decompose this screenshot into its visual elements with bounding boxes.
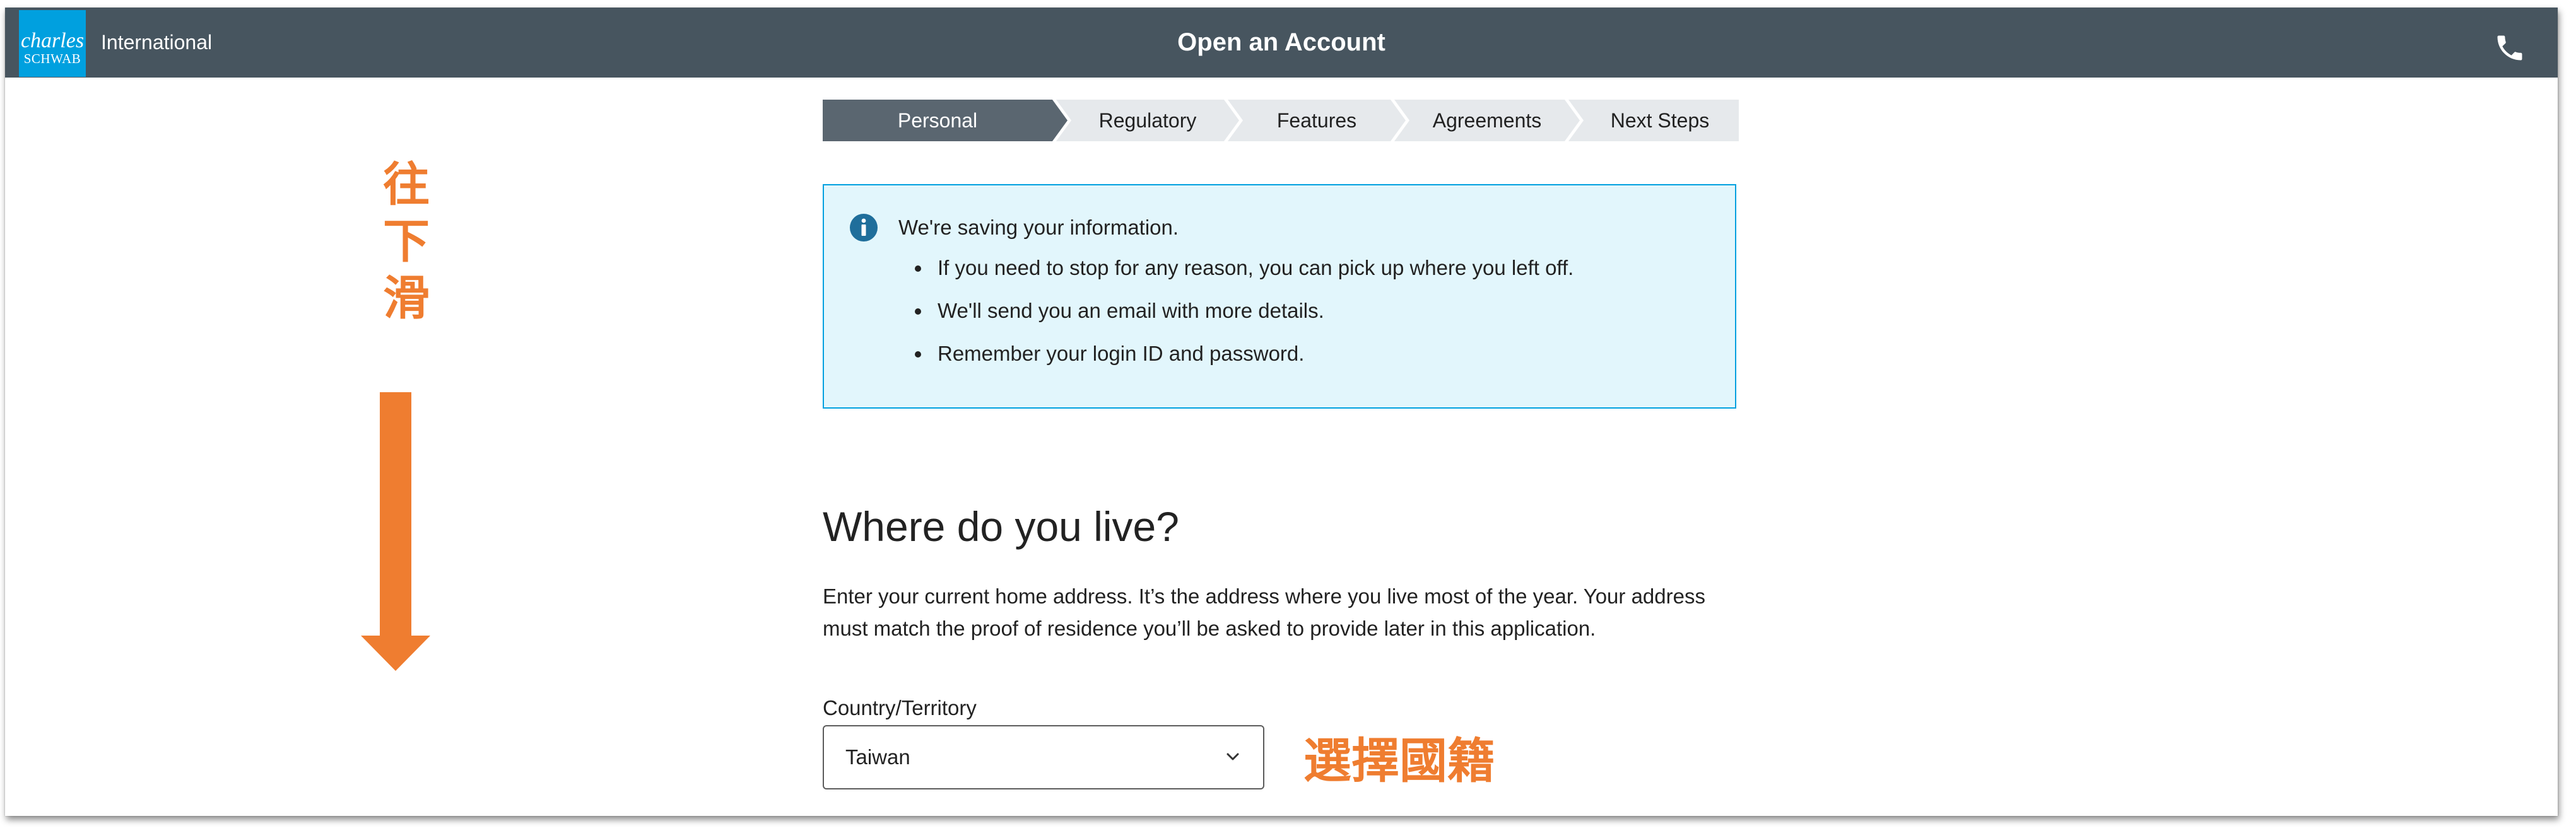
- phone-icon[interactable]: [2493, 32, 2526, 64]
- country-select[interactable]: Taiwan: [823, 725, 1264, 789]
- arrow-down-icon: [361, 392, 430, 671]
- country-select-value: Taiwan: [845, 745, 910, 769]
- top-header: charles SCHWAB International Open an Acc…: [5, 8, 2558, 78]
- step-agreements[interactable]: Agreements: [1394, 100, 1580, 141]
- step-label: Agreements: [1432, 109, 1542, 132]
- step-label: Features: [1276, 109, 1357, 132]
- section-description: Enter your current home address. It’s th…: [823, 585, 1705, 640]
- info-notice: We're saving your information. If you ne…: [823, 184, 1736, 409]
- browser-frame: charles SCHWAB International Open an Acc…: [5, 8, 2558, 816]
- annotation-char: 下: [383, 214, 430, 269]
- country-label: Country/Territory: [823, 696, 977, 719]
- progress-stepper: Personal Regulatory Features Agreements …: [823, 100, 1739, 141]
- page-title: Open an Account: [1177, 28, 1385, 56]
- section-title: Where do you live?: [823, 503, 1179, 550]
- info-list: If you need to stop for any reason, you …: [910, 253, 1573, 382]
- annotation-char: 滑: [383, 271, 430, 325]
- chevron-down-icon: [1226, 753, 1239, 760]
- step-regulatory[interactable]: Regulatory: [1056, 100, 1239, 141]
- step-personal[interactable]: Personal: [823, 100, 1067, 141]
- step-next-steps[interactable]: Next Steps: [1568, 100, 1739, 141]
- step-features[interactable]: Features: [1228, 100, 1406, 141]
- step-label: Regulatory: [1098, 109, 1197, 132]
- info-heading: We're saving your information.: [898, 216, 1179, 239]
- scroll-down-annotation: 往 下 滑: [381, 156, 432, 327]
- select-nationality-annotation: 選擇國籍: [1303, 733, 1495, 789]
- list-item: If you need to stop for any reason, you …: [910, 253, 1573, 296]
- info-icon: [850, 214, 878, 242]
- step-label: Next Steps: [1610, 109, 1710, 132]
- annotation-char: 往: [383, 158, 430, 212]
- list-item: We'll send you an email with more detail…: [910, 296, 1573, 339]
- step-label: Personal: [897, 109, 978, 132]
- list-item: Remember your login ID and password.: [910, 339, 1573, 382]
